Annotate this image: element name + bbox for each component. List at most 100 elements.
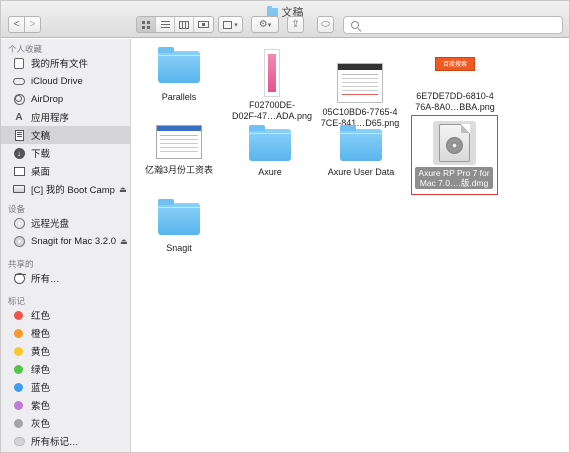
file-name: Parallels [161,92,197,102]
chevron-down-icon: ▾ [234,21,238,29]
sidebar-item-label: 远程光盘 [31,219,70,230]
sidebar-item-label: AirDrop [31,93,64,105]
file-item[interactable]: 百度搜索 6E7DE7DD-6810-4 76A-8A0…BBA.png [409,57,501,113]
sidebar-item-label: [C] 我的 Boot Camp [31,185,115,196]
sidebar-item-label: 文稿 [31,131,51,142]
sidebar-item-snagit-volume[interactable]: Snagit for Mac 3.2.0 ⏏ [1,232,130,250]
cloud-icon [13,75,25,87]
file-item[interactable]: Parallels [136,47,222,103]
sidebar-item-label: 橙色 [31,329,51,340]
file-item[interactable]: 亿瀚3月份工资表 [136,125,222,176]
sidebar-item-downloads[interactable]: ↓ 下载 [1,144,130,162]
sidebar-item-tag-green[interactable]: 绿色 [1,360,130,378]
sidebar-item-label: 绿色 [31,365,51,376]
action-button[interactable]: ⚙ ▾ [251,16,279,33]
image-thumbnail-icon: 百度搜索 [435,57,475,71]
file-name-line: 05C10BD6-7765-4 [322,107,398,117]
remote-disc-icon [13,217,25,229]
folder-icon [158,199,200,235]
sidebar-item-all-files[interactable]: 我的所有文件 [1,54,130,72]
image-thumbnail-icon [337,63,383,103]
tag-button[interactable]: ⬭ [317,16,334,33]
sidebar-item-label: 所有标记… [31,437,79,448]
eject-icon[interactable]: ⏏ [119,185,127,194]
dmg-file: Axure RP Pro 7 for Mac 7.0….版.dmg [415,119,493,191]
sidebar-item-desktop[interactable]: 桌面 [1,162,130,180]
finder-window: 文稿 < > ▾ ⚙ ▾ ⇪ ⬭ 个人收藏 我的所有文件 iCloud Drive… [0,0,570,453]
sidebar-item-label: 所有… [31,274,60,285]
sidebar-item-tag-gray[interactable]: 灰色 [1,414,130,432]
sidebar-item-label: 下载 [31,149,51,160]
file-name-line: 6E7DE7DD-6810-4 [416,91,494,101]
folder-icon [249,125,291,161]
sidebar: 个人收藏 我的所有文件 iCloud Drive AirDrop A 应用程序 文… [1,39,131,452]
file-name-line: 76A-8A0…BBA.png [415,102,495,112]
file-item[interactable]: Snagit [136,199,222,254]
sidebar-item-documents[interactable]: 文稿 [1,126,130,144]
forward-button[interactable]: > [24,16,41,33]
file-item-selected[interactable]: Axure RP Pro 7 for Mac 7.0….版.dmg [411,115,498,195]
icon-view-button[interactable] [137,17,156,32]
sidebar-item-label: 蓝色 [31,383,51,394]
share-button[interactable]: ⇪ [287,16,304,33]
gear-icon: ⚙ [258,19,268,30]
sidebar-item-tag-blue[interactable]: 蓝色 [1,378,130,396]
file-item[interactable]: F02700DE- D02F-47…ADA.png [229,49,315,122]
image-thumbnail-icon [156,125,202,159]
file-name-line: D02F-47…ADA.png [231,111,313,121]
file-name-line: F02700DE- [248,100,296,110]
file-name: 05C10BD6-7765-4 7CE-841…D65.png [315,107,405,129]
tag-dot-icon [14,346,23,356]
columns-icon [179,20,189,29]
toolbar: 文稿 < > ▾ ⚙ ▾ ⇪ ⬭ [1,1,569,38]
arrange-icon [223,20,233,29]
search-input[interactable] [364,19,554,31]
sidebar-item-boot-camp[interactable]: [C] 我的 Boot Camp ⏏ [1,180,130,198]
chevron-right-icon: > [29,19,36,30]
sidebar-item-label: iCloud Drive [31,75,83,87]
file-item[interactable]: Axure [227,125,313,178]
list-view-button[interactable] [156,17,175,32]
sidebar-item-label: 桌面 [31,167,51,178]
tag-dot-icon [14,400,23,410]
file-name: Axure [258,167,282,177]
column-view-button[interactable] [175,17,194,32]
cover-flow-button[interactable] [194,17,213,32]
volume-icon [13,235,25,247]
file-item[interactable]: Axure User Data [318,125,404,178]
cover-flow-icon [198,21,209,28]
downloads-icon: ↓ [13,147,25,159]
tag-dot-icon [14,364,23,374]
search-field[interactable] [343,16,563,34]
file-name-line: Axure RP Pro 7 for [418,168,490,178]
sidebar-item-remote-disc[interactable]: 远程光盘 [1,214,130,232]
share-icon: ⇪ [291,19,300,30]
desktop-icon [13,165,25,177]
sidebar-item-tag-orange[interactable]: 橙色 [1,324,130,342]
grid-icon [142,20,150,29]
sidebar-item-applications[interactable]: A 应用程序 [1,108,130,126]
arrange-button[interactable]: ▾ [218,16,243,33]
sidebar-item-tag-purple[interactable]: 紫色 [1,396,130,414]
sidebar-item-tag-yellow[interactable]: 黄色 [1,342,130,360]
back-button[interactable]: < [8,16,25,33]
network-icon [13,272,25,284]
file-name: Axure RP Pro 7 for Mac 7.0….版.dmg [415,167,493,189]
all-files-icon [13,57,25,69]
file-name: 6E7DE7DD-6810-4 76A-8A0…BBA.png [409,91,501,113]
file-browser: Parallels F02700DE- D02F-47…ADA.png 05C10… [132,39,569,452]
file-item[interactable]: 05C10BD6-7765-4 7CE-841…D65.png [315,63,405,129]
sidebar-item-tag-red[interactable]: 红色 [1,306,130,324]
tag-dot-icon [14,382,23,392]
dmg-document-icon [439,124,470,162]
sidebar-item-label: 紫色 [31,401,51,412]
sidebar-item-icloud-drive[interactable]: iCloud Drive [1,72,130,90]
sidebar-item-all-shared[interactable]: 所有… [1,269,130,287]
chevron-left-icon: < [13,19,20,30]
file-name-line: Mac 7.0….版.dmg [419,178,489,188]
file-name: F02700DE- D02F-47…ADA.png [229,100,315,122]
eject-icon[interactable]: ⏏ [120,237,128,246]
sidebar-item-airdrop[interactable]: AirDrop [1,90,130,108]
sidebar-item-label: 黄色 [31,347,51,358]
sidebar-item-all-tags[interactable]: 所有标记… [1,432,130,450]
